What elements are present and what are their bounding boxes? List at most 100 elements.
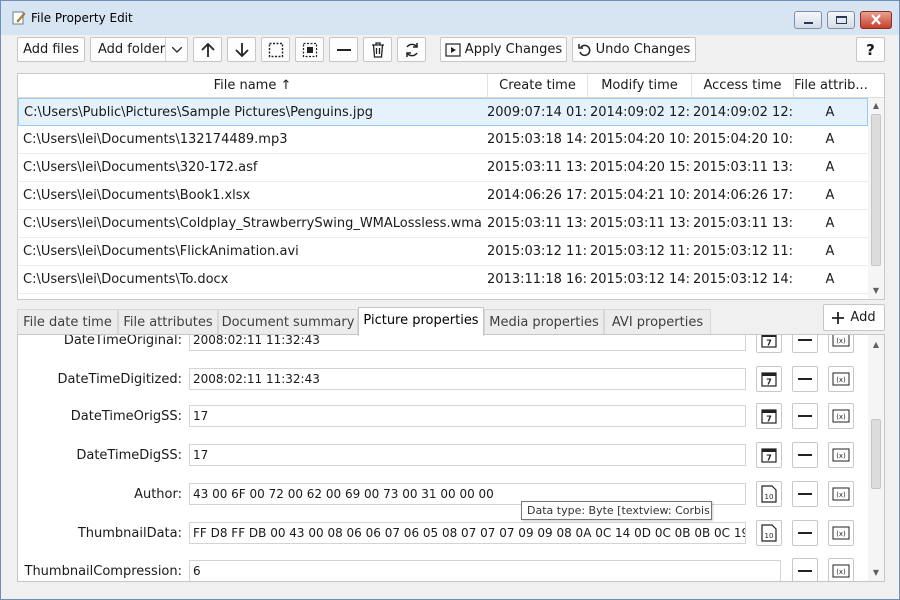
remove-property-button[interactable] — [792, 335, 818, 353]
file-attr-cell: A — [825, 105, 835, 120]
select-all-button[interactable] — [261, 37, 290, 62]
undo-changes-button[interactable]: Undo Changes — [572, 37, 696, 62]
add-files-button[interactable]: Add files — [17, 37, 85, 62]
close-button[interactable] — [860, 11, 892, 29]
property-label: DateTimeOriginal: — [63, 334, 182, 348]
property-row-thumbnaildata: ThumbnailData: FF D8 FF DB 00 43 00 08 0… — [18, 520, 868, 546]
add-folder-button[interactable]: Add folder — [90, 37, 188, 62]
properties-scroll-thumb[interactable] — [871, 419, 881, 489]
property-label: DateTimeDigSS: — [76, 448, 182, 463]
scroll-down-arrow-icon[interactable]: ▼ — [868, 565, 884, 581]
data-type-tooltip: Data type: Byte [textview: Corbis1] — [521, 501, 712, 520]
add-property-label: Add — [850, 310, 876, 325]
remove-property-button[interactable] — [792, 403, 818, 429]
function-button[interactable]: (x) — [828, 442, 854, 468]
column-header-access-time[interactable]: Access time — [692, 74, 794, 98]
scroll-up-arrow-icon[interactable]: ▲ — [868, 98, 884, 114]
column-header-file-name[interactable]: File name ↑ — [18, 74, 488, 98]
remove-property-button[interactable] — [792, 481, 818, 507]
delete-button[interactable] — [363, 37, 392, 62]
svg-text:(x): (x) — [836, 530, 846, 538]
property-value-field[interactable]: FF D8 FF DB 00 43 00 08 06 06 07 06 05 0… — [189, 522, 746, 544]
table-row[interactable]: C:\Users\lei\Documents\Coldplay_Strawber… — [18, 210, 868, 238]
binary-editor-button[interactable]: 10 — [756, 481, 782, 507]
invert-selection-button[interactable] — [295, 37, 324, 62]
table-row[interactable]: C:\Users\lei\Documents\FlickAnimation.av… — [18, 238, 868, 266]
remove-property-button[interactable] — [792, 442, 818, 468]
calendar-icon: 7 — [761, 448, 777, 463]
table-row[interactable]: C:\Users\lei\Documents\132174489.mp3 201… — [18, 126, 868, 154]
function-button[interactable]: (x) — [828, 558, 854, 581]
file-grid[interactable]: File name ↑ Create time Modify time Acce… — [17, 73, 885, 300]
apply-changes-label: Apply Changes — [464, 42, 563, 57]
property-value-field[interactable]: 6 — [189, 560, 781, 581]
date-picker-button[interactable]: 7 — [756, 442, 782, 468]
maximize-button[interactable] — [827, 11, 855, 29]
minus-icon — [798, 570, 812, 572]
help-label: ? — [866, 40, 875, 59]
undo-icon — [577, 43, 591, 56]
modify-time-cell: 2014:09:02 12:4... — [590, 105, 690, 120]
properties-scrollbar[interactable]: ▲ ▼ — [868, 335, 884, 581]
tab-file-attributes[interactable]: File attributes — [118, 309, 218, 335]
grid-scrollbar[interactable]: ▲ ▼ — [868, 98, 884, 299]
modify-time-cell: 2015:04:21 10:2... — [590, 188, 690, 203]
tab-picture-properties[interactable]: Picture properties — [358, 307, 484, 336]
sort-ascending-icon: ↑ — [280, 78, 292, 93]
date-picker-button[interactable]: 7 — [756, 335, 782, 353]
function-icon: (x) — [832, 409, 850, 423]
property-value-field[interactable]: 17 — [189, 405, 746, 427]
date-picker-button[interactable]: 7 — [756, 403, 782, 429]
add-property-button[interactable]: Add — [823, 304, 885, 331]
create-time-cell: 2015:03:12 11:0... — [487, 244, 587, 259]
table-row[interactable]: C:\Users\lei\Documents\320-172.asf 2015:… — [18, 154, 868, 182]
refresh-button[interactable] — [397, 37, 426, 62]
help-button[interactable]: ? — [856, 37, 885, 62]
binary-editor-button[interactable]: 10 — [756, 520, 782, 546]
table-row[interactable]: C:\Users\lei\Documents\Book1.xlsx 2014:0… — [18, 182, 868, 210]
access-time-cell: 2015:03:11 13:2... — [693, 216, 793, 231]
table-row[interactable]: C:\Users\lei\Documents\To.docx 2013:11:1… — [18, 266, 868, 294]
function-button[interactable]: (x) — [828, 481, 854, 507]
remove-property-button[interactable] — [792, 366, 818, 392]
property-value-field[interactable]: 2008:02:11 11:32:43 — [189, 368, 746, 390]
grid-scroll-thumb[interactable] — [871, 114, 881, 266]
function-button[interactable]: (x) — [828, 366, 854, 392]
property-value-field[interactable]: 17 — [189, 444, 746, 466]
access-time-cell: 2015:04:20 10:1... — [693, 132, 793, 147]
tab-media-properties[interactable]: Media properties — [484, 309, 604, 335]
tab-avi-properties[interactable]: AVI properties — [604, 309, 711, 335]
tab-file-date-time[interactable]: File date time — [17, 309, 118, 335]
add-folder-dropdown[interactable] — [165, 38, 188, 61]
function-button[interactable]: (x) — [828, 335, 854, 353]
create-time-cell: 2009:07:14 01:3... — [487, 105, 587, 120]
property-value-field[interactable]: 2008:02:11 11:32:43 — [189, 335, 746, 351]
function-button[interactable]: (x) — [828, 403, 854, 429]
svg-text:(x): (x) — [836, 413, 846, 421]
create-time-cell: 2015:03:18 14:0... — [487, 132, 587, 147]
minus-icon — [798, 454, 812, 456]
file-attr-cell: A — [825, 132, 835, 147]
apply-changes-button[interactable]: Apply Changes — [440, 37, 567, 62]
scroll-up-arrow-icon[interactable]: ▲ — [868, 337, 884, 353]
column-header-create-time[interactable]: Create time — [488, 74, 588, 98]
tab-document-summary[interactable]: Document summary — [218, 309, 358, 335]
function-button[interactable]: (x) — [828, 520, 854, 546]
move-down-button[interactable] — [227, 37, 256, 62]
remove-property-button[interactable] — [792, 520, 818, 546]
minus-icon — [798, 532, 812, 534]
svg-text:(x): (x) — [836, 568, 846, 576]
access-time-cell: 2015:03:12 14:5... — [693, 272, 793, 287]
minus-icon — [798, 339, 812, 341]
minus-icon — [798, 493, 812, 495]
date-picker-button[interactable]: 7 — [756, 366, 782, 392]
table-row[interactable]: C:\Users\Public\Pictures\Sample Pictures… — [18, 98, 868, 126]
column-header-file-attributes[interactable]: File attrib... — [794, 74, 868, 98]
scroll-down-arrow-icon[interactable]: ▼ — [868, 283, 884, 299]
remove-button[interactable] — [329, 37, 358, 62]
column-header-modify-time[interactable]: Modify time — [588, 74, 692, 98]
minimize-button[interactable] — [794, 11, 822, 29]
remove-property-button[interactable] — [792, 558, 818, 581]
move-up-button[interactable] — [193, 37, 222, 62]
svg-text:(x): (x) — [836, 337, 846, 345]
